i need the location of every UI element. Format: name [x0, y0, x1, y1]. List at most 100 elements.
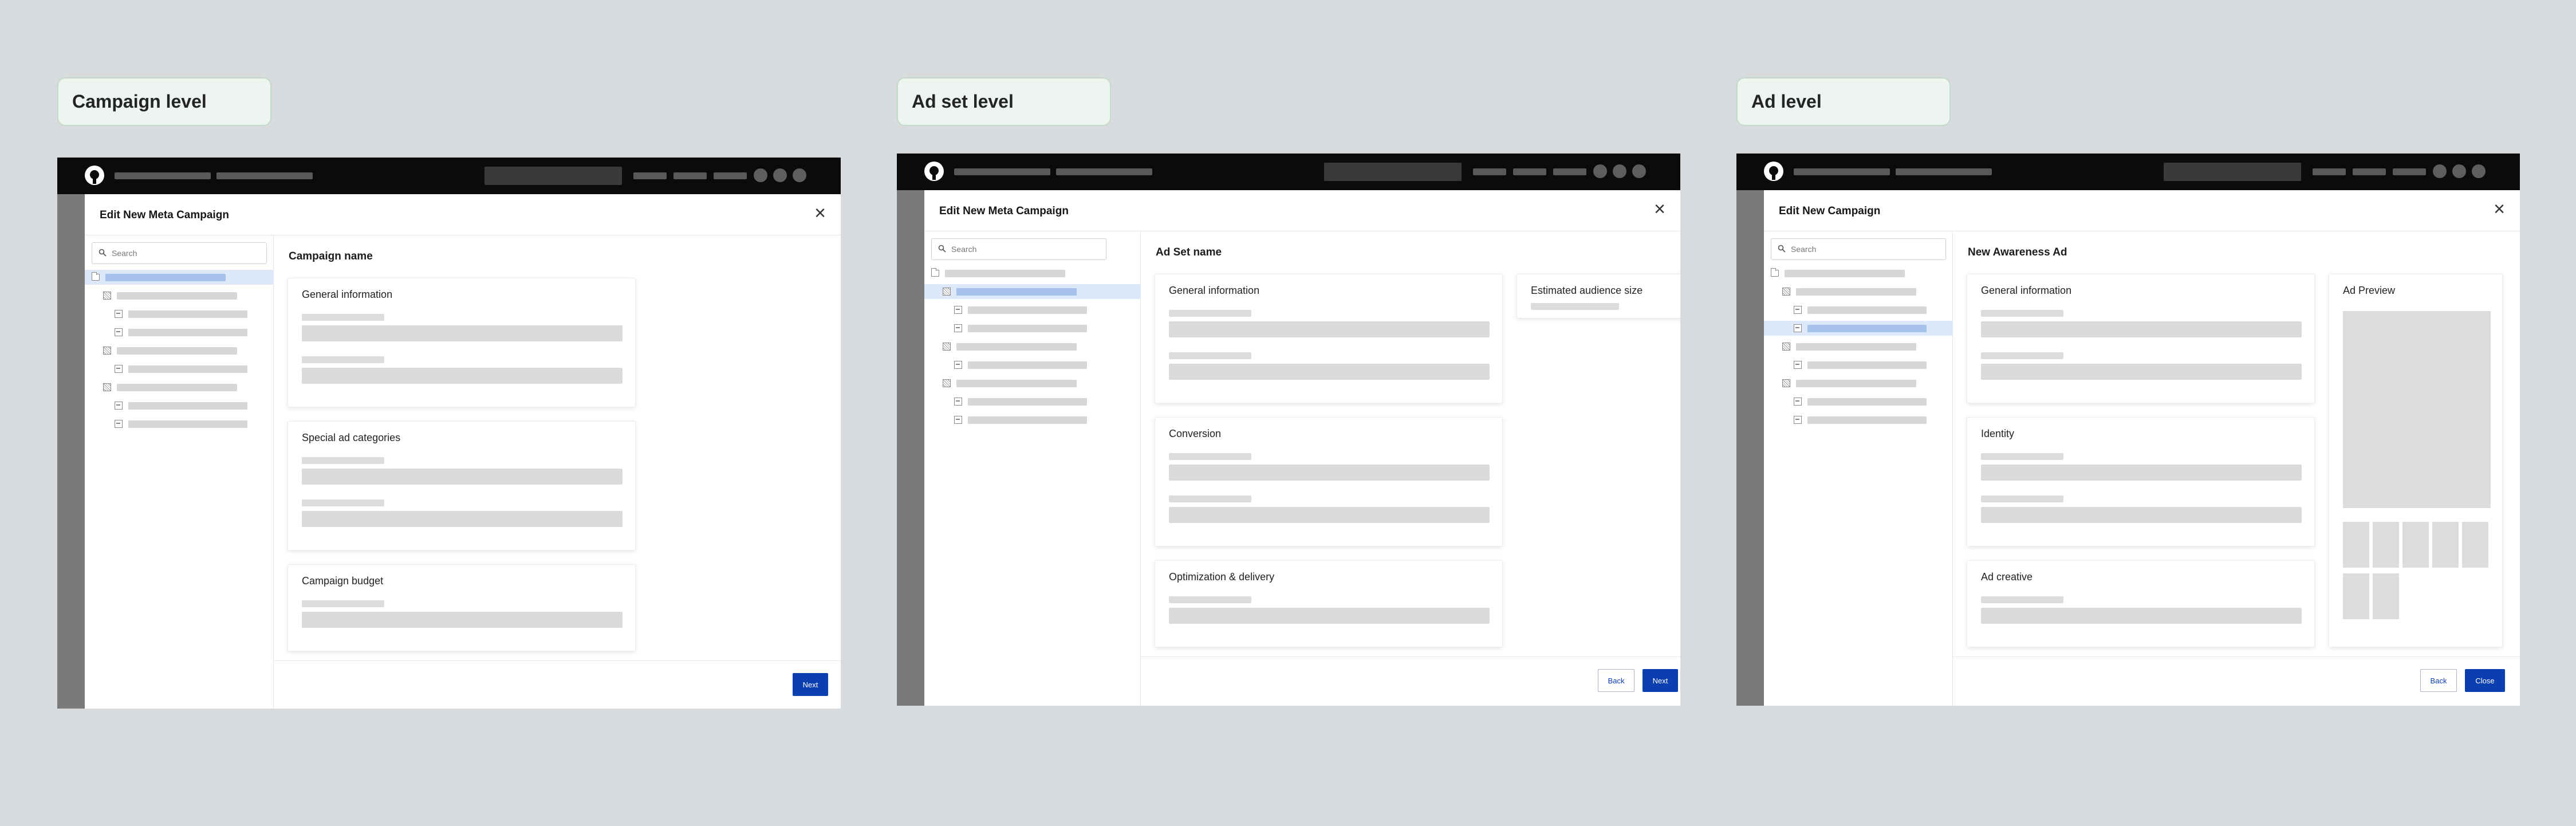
- tree-item-ad[interactable]: [924, 302, 1141, 317]
- tree-item-campaign[interactable]: [924, 266, 1141, 281]
- field-input-placeholder[interactable]: [302, 368, 623, 384]
- menu-placeholder[interactable]: [2393, 168, 2426, 175]
- field-input-placeholder[interactable]: [1169, 608, 1490, 624]
- tree-item-ad[interactable]: [85, 361, 274, 376]
- user-circle-icon[interactable]: [1613, 164, 1626, 178]
- tree-item-ad-set[interactable]: [924, 284, 1141, 299]
- close-icon[interactable]: ×: [812, 203, 828, 223]
- tree-item-ad[interactable]: [924, 412, 1141, 427]
- tree-item-label: [956, 288, 1077, 296]
- tree-item-ad[interactable]: [85, 325, 274, 340]
- tree-item-campaign[interactable]: [1764, 266, 1953, 281]
- tree-item-ad[interactable]: [1764, 394, 1953, 409]
- ad-set-icon: [943, 379, 951, 387]
- logo-icon[interactable]: [1764, 162, 1783, 181]
- tree-item-label: [1796, 380, 1916, 387]
- tree-item-ad-set[interactable]: [1764, 376, 1953, 391]
- tree-item-ad[interactable]: [924, 357, 1141, 372]
- user-circle-icon[interactable]: [1593, 164, 1607, 178]
- tree-item-ad[interactable]: [924, 394, 1141, 409]
- user-circle-icon[interactable]: [2433, 164, 2447, 178]
- preview-thumbnail[interactable]: [2462, 522, 2488, 568]
- menu-placeholder[interactable]: [673, 172, 707, 179]
- tree-item-ad[interactable]: [85, 398, 274, 413]
- field-input-placeholder[interactable]: [1981, 507, 2302, 523]
- field-input-placeholder[interactable]: [302, 612, 623, 628]
- tree-item-ad-set[interactable]: [85, 380, 274, 395]
- global-search-placeholder[interactable]: [485, 167, 622, 185]
- close-icon[interactable]: ×: [2491, 199, 2507, 219]
- page-title: Campaign name: [289, 250, 373, 262]
- tree-item-ad-set[interactable]: [1764, 284, 1953, 299]
- nav-placeholder[interactable]: [1056, 168, 1152, 175]
- preview-thumbnail[interactable]: [2343, 522, 2369, 568]
- preview-thumbnail[interactable]: [2373, 522, 2399, 568]
- field-input-placeholder[interactable]: [1981, 321, 2302, 337]
- tree-item-ad[interactable]: [85, 416, 274, 431]
- user-circle-icon[interactable]: [754, 168, 767, 182]
- user-circle-icon[interactable]: [773, 168, 787, 182]
- menu-placeholder[interactable]: [714, 172, 747, 179]
- nav-placeholder[interactable]: [115, 172, 211, 179]
- tree-item-ad[interactable]: [1764, 302, 1953, 317]
- menu-placeholder[interactable]: [1513, 168, 1546, 175]
- field-input-placeholder[interactable]: [302, 469, 623, 485]
- next-button[interactable]: Next: [1643, 669, 1678, 692]
- tree-item-ad-set[interactable]: [924, 376, 1141, 391]
- search-placeholder: Search: [112, 249, 137, 258]
- menu-placeholder[interactable]: [1473, 168, 1506, 175]
- tree-item-campaign[interactable]: [85, 270, 274, 285]
- user-circle-icon[interactable]: [793, 168, 806, 182]
- search-input[interactable]: Search: [931, 238, 1106, 260]
- field-input-placeholder[interactable]: [1981, 608, 2302, 624]
- field-input-placeholder[interactable]: [1981, 465, 2302, 481]
- card-title: General information: [302, 289, 393, 300]
- close-button[interactable]: Close: [2465, 669, 2505, 692]
- search-input[interactable]: Search: [1771, 238, 1946, 260]
- field-input-placeholder[interactable]: [302, 511, 623, 527]
- close-icon[interactable]: ×: [1652, 199, 1668, 219]
- menu-placeholder[interactable]: [633, 172, 667, 179]
- tree-item-ad[interactable]: [1764, 357, 1953, 372]
- field-label-placeholder: [1169, 310, 1251, 317]
- field-input-placeholder[interactable]: [302, 325, 623, 341]
- tree-item-ad-set[interactable]: [85, 343, 274, 358]
- tree-item-ad-set[interactable]: [85, 288, 274, 303]
- menu-placeholder[interactable]: [1553, 168, 1586, 175]
- back-button[interactable]: Back: [2420, 669, 2457, 692]
- field-input-placeholder[interactable]: [1169, 465, 1490, 481]
- nav-placeholder[interactable]: [954, 168, 1050, 175]
- next-button[interactable]: Next: [793, 673, 828, 696]
- ad-icon: [954, 324, 962, 332]
- tree-item-ad-set[interactable]: [924, 339, 1141, 354]
- tree-item-ad[interactable]: [1764, 412, 1953, 427]
- tree-item-ad[interactable]: [924, 321, 1141, 336]
- tree-item-ad-selected[interactable]: [1764, 321, 1953, 336]
- user-circle-icon[interactable]: [2472, 164, 2486, 178]
- global-search-placeholder[interactable]: [1324, 163, 1462, 181]
- user-circle-icon[interactable]: [1632, 164, 1646, 178]
- field-input-placeholder[interactable]: [1981, 364, 2302, 380]
- back-button[interactable]: Back: [1598, 669, 1634, 692]
- nav-placeholder[interactable]: [1794, 168, 1890, 175]
- tree-item-ad[interactable]: [85, 306, 274, 321]
- logo-icon[interactable]: [85, 166, 104, 185]
- preview-thumbnail[interactable]: [2402, 522, 2429, 568]
- field-input-placeholder[interactable]: [1169, 507, 1490, 523]
- tree-item-label: [128, 420, 247, 428]
- ad-level-panel: Ad level Edit New Campaign × Search New …: [1736, 0, 2520, 826]
- nav-placeholder[interactable]: [1896, 168, 1992, 175]
- logo-icon[interactable]: [924, 162, 944, 181]
- user-circle-icon[interactable]: [2452, 164, 2466, 178]
- search-input[interactable]: Search: [92, 242, 267, 264]
- tree-item-ad-set[interactable]: [1764, 339, 1953, 354]
- field-input-placeholder[interactable]: [1169, 321, 1490, 337]
- field-input-placeholder[interactable]: [1169, 364, 1490, 380]
- preview-thumbnail[interactable]: [2432, 522, 2459, 568]
- global-search-placeholder[interactable]: [2164, 163, 2301, 181]
- preview-thumbnail[interactable]: [2373, 573, 2399, 619]
- menu-placeholder[interactable]: [2353, 168, 2386, 175]
- nav-placeholder[interactable]: [216, 172, 313, 179]
- menu-placeholder[interactable]: [2313, 168, 2346, 175]
- preview-thumbnail[interactable]: [2343, 573, 2369, 619]
